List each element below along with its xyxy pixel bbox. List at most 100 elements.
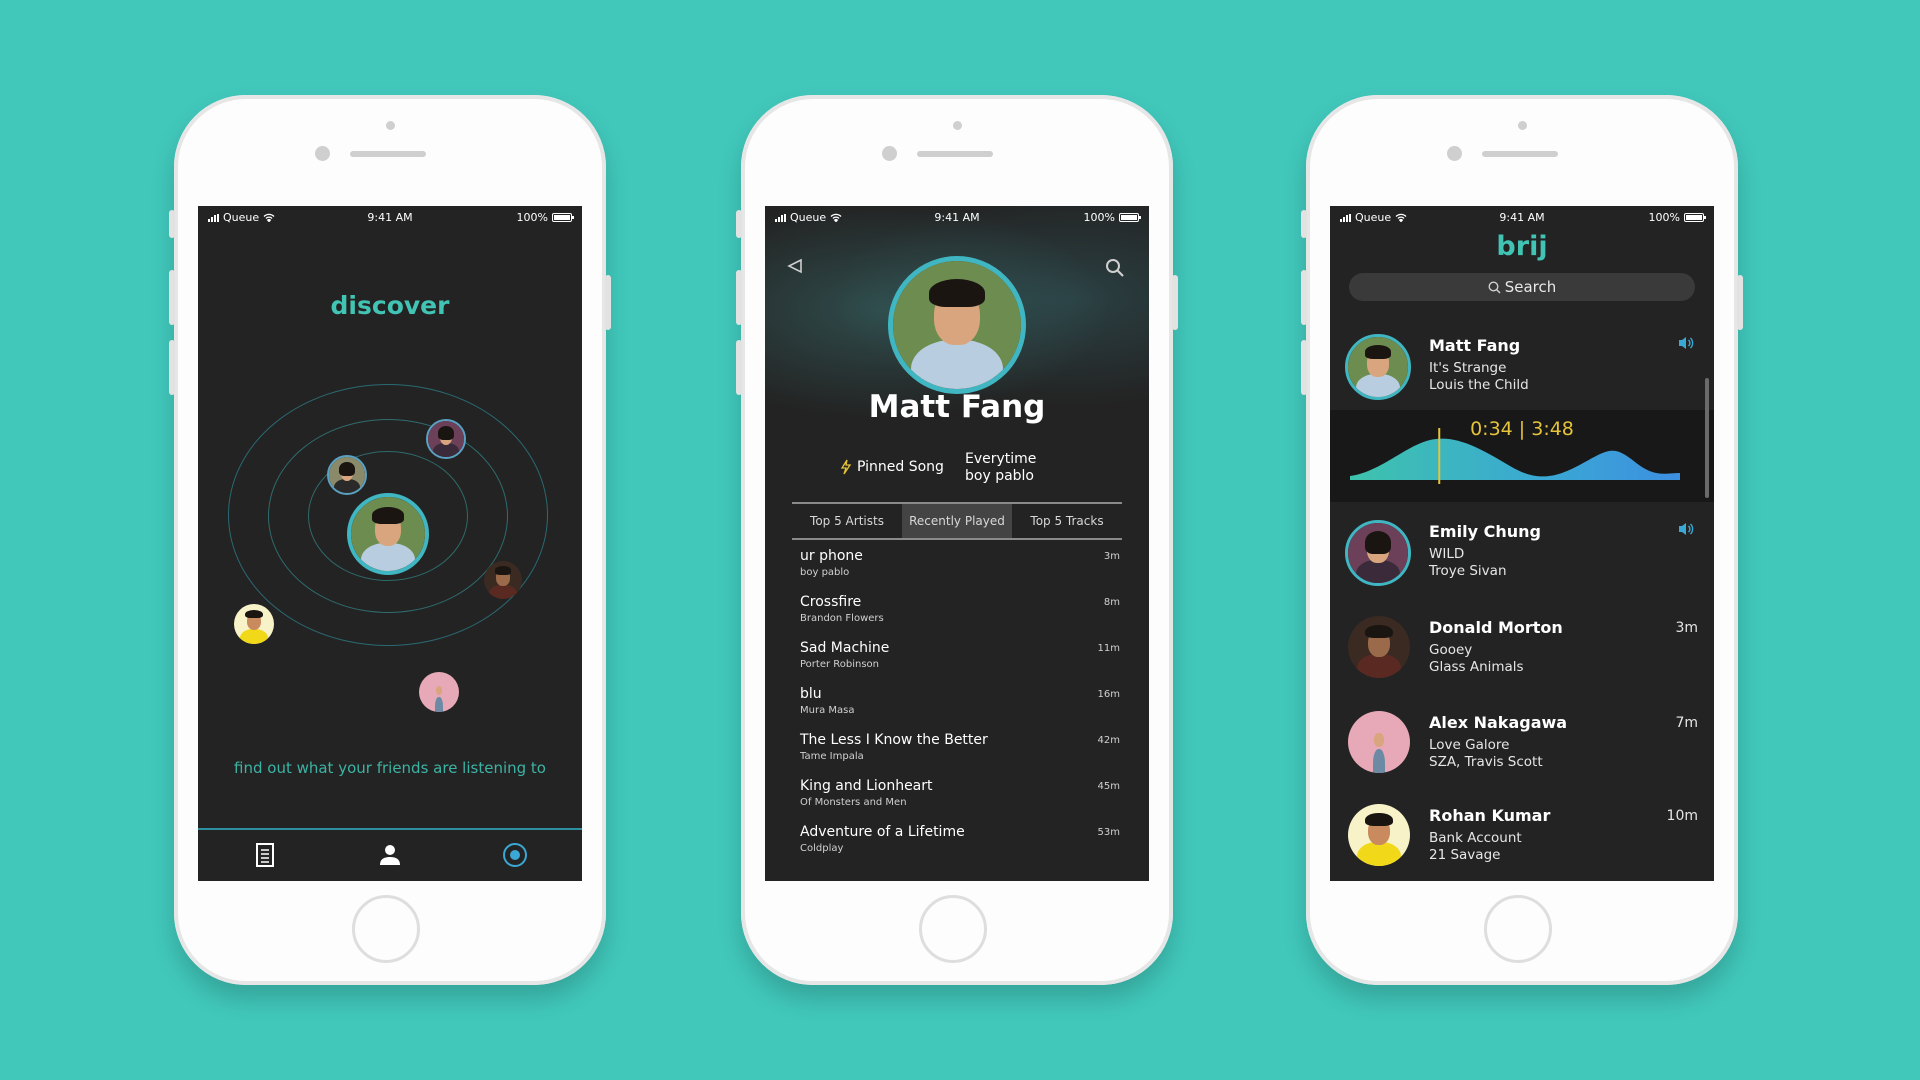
friend-name: Matt Fang: [1429, 336, 1521, 355]
song-artist: 21 Savage: [1429, 847, 1501, 863]
search-field[interactable]: Search: [1349, 273, 1695, 301]
profile-name: Matt Fang: [868, 389, 1046, 425]
track-title: The Less I Know the Better: [800, 732, 988, 748]
avatar: [1348, 616, 1410, 678]
song-title: WILD: [1429, 546, 1465, 562]
track-row[interactable]: Adventure of a Lifetime Coldplay 53m: [800, 824, 1120, 870]
tab-bar: [198, 828, 582, 881]
song-title: Gooey: [1429, 642, 1473, 658]
discover-screen: Queue 9:41 AM 100% discover find out wha…: [198, 206, 582, 881]
friend-avatar[interactable]: [484, 561, 522, 599]
feed-item[interactable]: Alex Nakagawa Love Galore SZA, Travis Sc…: [1330, 705, 1714, 785]
tab-recently-played[interactable]: Recently Played: [902, 504, 1012, 538]
time-ago: 7m: [1675, 715, 1698, 731]
tab-top-tracks[interactable]: Top 5 Tracks: [1012, 504, 1122, 538]
track-title: King and Lionheart: [800, 778, 933, 794]
feed-item[interactable]: Donald Morton Gooey Glass Animals 3m: [1330, 610, 1714, 690]
track-artist: Mura Masa: [800, 705, 855, 716]
waveform[interactable]: [1350, 428, 1680, 488]
track-time-ago: 8m: [1103, 597, 1120, 608]
friend-avatar[interactable]: [419, 672, 459, 712]
track-artist: Porter Robinson: [800, 659, 880, 670]
battery-percent: 100%: [1083, 211, 1115, 224]
my-avatar[interactable]: [347, 493, 429, 575]
track-time-ago: 53m: [1097, 827, 1120, 838]
battery-percent: 100%: [1648, 211, 1680, 224]
pinned-song-label: Pinned Song: [840, 459, 944, 475]
avatar: [1345, 334, 1411, 400]
status-bar: Queue 9:41 AM 100%: [1330, 206, 1714, 228]
home-button[interactable]: [919, 895, 987, 963]
pinned-song-artist: boy pablo: [965, 468, 1034, 484]
now-playing-player[interactable]: 0:34 | 3:48: [1330, 410, 1714, 502]
discover-icon: [503, 843, 527, 867]
track-title: ur phone: [800, 548, 863, 564]
home-button[interactable]: [1484, 895, 1552, 963]
profile-screen: Queue 9:41 AM 100% Matt Fang Pinned Song…: [765, 206, 1149, 881]
track-time-ago: 3m: [1103, 551, 1120, 562]
speaker-icon[interactable]: [1678, 522, 1694, 536]
avatar: [1348, 804, 1410, 866]
tab-feed[interactable]: [250, 840, 280, 870]
friend-name: Emily Chung: [1429, 522, 1541, 541]
track-title: blu: [800, 686, 822, 702]
pinned-song-title: Everytime: [965, 451, 1037, 467]
app-title: brij: [1496, 231, 1548, 262]
pinned-song[interactable]: Everytime boy pablo: [965, 451, 1036, 485]
song-title: Bank Account: [1429, 830, 1522, 846]
battery-icon: [1684, 213, 1706, 222]
recently-played-list: ur phone boy pablo 3m Crossfire Brandon Flo…: [800, 548, 1120, 870]
tab-discover[interactable]: [500, 840, 530, 870]
track-row[interactable]: Sad Machine Porter Robinson 11m: [800, 640, 1120, 686]
time-ago: 3m: [1675, 620, 1698, 636]
track-artist: Of Monsters and Men: [800, 797, 907, 808]
search-placeholder: Search: [1504, 278, 1557, 296]
search-icon: [1488, 280, 1501, 294]
avatar: [1345, 520, 1411, 586]
search-icon[interactable]: [1105, 258, 1125, 278]
scrollbar[interactable]: [1705, 378, 1709, 498]
song-artist: SZA, Travis Scott: [1429, 754, 1543, 770]
track-artist: Tame Impala: [800, 751, 864, 762]
time-ago: 10m: [1666, 808, 1698, 824]
friend-avatar[interactable]: [234, 604, 274, 644]
track-row[interactable]: The Less I Know the Better Tame Impala 42m: [800, 732, 1120, 778]
song-artist: Troye Sivan: [1429, 563, 1507, 579]
song-artist: Louis the Child: [1429, 377, 1529, 393]
track-artist: boy pablo: [800, 567, 850, 578]
tab-top-artists[interactable]: Top 5 Artists: [792, 504, 902, 538]
song-artist: Glass Animals: [1429, 659, 1524, 675]
speaker-icon[interactable]: [1678, 336, 1694, 350]
phone-profile: Queue 9:41 AM 100% Matt Fang Pinned Song…: [736, 95, 1178, 985]
friend-avatar[interactable]: [327, 455, 367, 495]
friend-avatar[interactable]: [426, 419, 466, 459]
feed-item[interactable]: Emily Chung WILD Troye Sivan: [1330, 514, 1714, 594]
track-time-ago: 16m: [1097, 689, 1120, 700]
pin-icon: [840, 459, 852, 475]
status-bar: Queue 9:41 AM 100%: [765, 206, 1149, 228]
friend-name: Rohan Kumar: [1429, 806, 1551, 825]
tagline: find out what your friends are listening…: [234, 759, 546, 777]
track-title: Adventure of a Lifetime: [800, 824, 965, 840]
feed-icon: [256, 843, 274, 867]
track-row[interactable]: ur phone boy pablo 3m: [800, 548, 1120, 594]
song-title: It's Strange: [1429, 360, 1507, 376]
track-row[interactable]: Crossfire Brandon Flowers 8m: [800, 594, 1120, 640]
track-time-ago: 45m: [1097, 781, 1120, 792]
feed-item[interactable]: Rohan Kumar Bank Account 21 Savage 10m: [1330, 798, 1714, 878]
profile-tabs: Top 5 Artists Recently Played Top 5 Trac…: [792, 502, 1122, 540]
track-row[interactable]: blu Mura Masa 16m: [800, 686, 1120, 732]
tab-profile[interactable]: [375, 840, 405, 870]
battery-icon: [552, 213, 574, 222]
back-icon[interactable]: [787, 258, 803, 274]
track-time-ago: 11m: [1097, 643, 1120, 654]
track-time-ago: 42m: [1097, 735, 1120, 746]
status-bar: Queue 9:41 AM 100%: [198, 206, 582, 228]
home-button[interactable]: [352, 895, 420, 963]
phone-feed: Queue 9:41 AM 100% brij Search Matt Fang…: [1301, 95, 1743, 985]
track-artist: Coldplay: [800, 843, 844, 854]
friend-name: Donald Morton: [1429, 618, 1563, 637]
feed-item[interactable]: Matt Fang It's Strange Louis the Child: [1330, 328, 1714, 408]
battery-percent: 100%: [516, 211, 548, 224]
track-row[interactable]: King and Lionheart Of Monsters and Men 45m: [800, 778, 1120, 824]
